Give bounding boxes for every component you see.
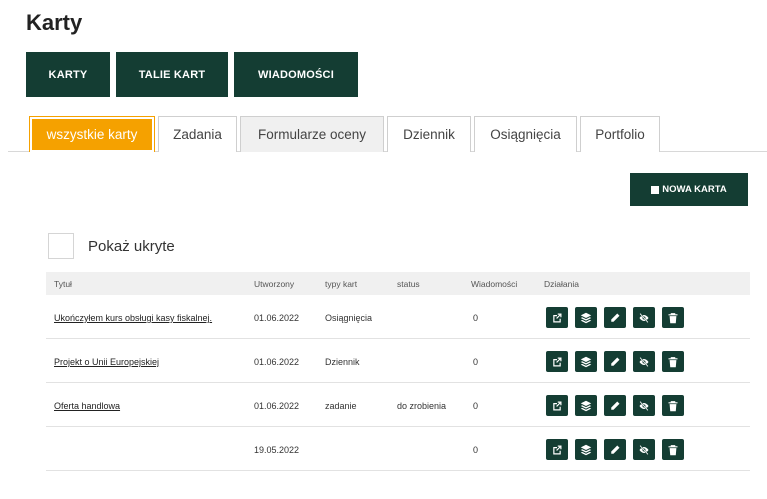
open-button[interactable] [546, 351, 568, 372]
row-created: 01.06.2022 [254, 313, 300, 323]
hide-button[interactable] [633, 351, 655, 372]
header-status: status [397, 279, 420, 289]
external-link-icon [553, 445, 562, 454]
hide-button[interactable] [633, 395, 655, 416]
row-actions [546, 439, 684, 460]
open-button[interactable] [546, 307, 568, 328]
deck-button[interactable] [575, 307, 597, 328]
table-header: Tytuł Utworzony typy kart status Wiadomo… [46, 272, 750, 295]
karty-button[interactable]: KARTY [26, 52, 110, 97]
new-card-label: NOWA KARTA [662, 184, 727, 195]
row-actions [546, 351, 684, 372]
row-actions [546, 395, 684, 416]
trash-icon [668, 312, 678, 323]
pencil-icon [611, 313, 620, 322]
external-link-icon [553, 357, 562, 366]
eye-slash-icon [639, 356, 649, 367]
delete-button[interactable] [662, 351, 684, 372]
eye-slash-icon [639, 312, 649, 323]
table-row: Ukończyłem kurs obsługi kasy fiskalnej. … [46, 295, 750, 339]
show-hidden-label: Pokaż ukryte [88, 237, 175, 255]
wiadomosci-button[interactable]: WIADOMOŚCI [234, 52, 358, 97]
edit-button[interactable] [604, 395, 626, 416]
hide-button[interactable] [633, 307, 655, 328]
trash-icon [668, 400, 678, 411]
row-actions [546, 307, 684, 328]
row-title[interactable]: Projekt o Unii Europejskiej [54, 357, 159, 367]
row-type: Dziennik [325, 357, 360, 367]
hide-button[interactable] [633, 439, 655, 460]
layers-icon [580, 312, 592, 323]
row-messages: 0 [473, 357, 479, 367]
edit-button[interactable] [604, 439, 626, 460]
header-created: Utworzony [254, 279, 295, 289]
pencil-icon [611, 401, 620, 410]
tab-portfolio[interactable]: Portfolio [580, 116, 660, 152]
external-link-icon [553, 313, 562, 322]
eye-slash-icon [639, 444, 649, 455]
deck-button[interactable] [575, 439, 597, 460]
square-icon [651, 185, 660, 194]
cards-table: Tytuł Utworzony typy kart status Wiadomo… [46, 272, 750, 471]
pencil-icon [611, 357, 620, 366]
delete-button[interactable] [662, 307, 684, 328]
header-type: typy kart [325, 279, 358, 289]
row-type: Osiągnięcia [325, 313, 373, 323]
eye-slash-icon [639, 400, 649, 411]
layers-icon [580, 400, 592, 411]
tab-dziennik[interactable]: Dziennik [387, 116, 471, 152]
pencil-icon [611, 445, 620, 454]
row-created: 19.05.2022 [254, 445, 300, 455]
page-title: Karty [26, 10, 83, 35]
table-row: 19.05.2022 0 [46, 427, 750, 471]
tab-wszystkie-karty[interactable]: wszystkie karty [29, 116, 155, 152]
tab-osiagniecia[interactable]: Osiągnięcia [474, 116, 577, 152]
header-messages: Wiadomości [471, 279, 518, 289]
row-messages: 0 [473, 313, 479, 323]
row-type: zadanie [325, 401, 357, 411]
row-created: 01.06.2022 [254, 357, 300, 367]
row-status: do zrobienia [397, 401, 447, 411]
row-messages: 0 [473, 445, 479, 455]
row-title[interactable]: Ukończyłem kurs obsługi kasy fiskalnej. [54, 313, 212, 323]
delete-button[interactable] [662, 395, 684, 416]
deck-button[interactable] [575, 351, 597, 372]
table-row: Oferta handlowa 01.06.2022 zadanie do zr… [46, 383, 750, 427]
edit-button[interactable] [604, 351, 626, 372]
external-link-icon [553, 401, 562, 410]
delete-button[interactable] [662, 439, 684, 460]
tab-bar: wszystkie karty Zadania Formularze oceny… [29, 116, 663, 152]
top-nav: KARTY TALIE KART WIADOMOŚCI [26, 52, 358, 97]
new-card-button[interactable]: NOWA KARTA [630, 173, 748, 206]
table-row: Projekt o Unii Europejskiej 01.06.2022 D… [46, 339, 750, 383]
open-button[interactable] [546, 395, 568, 416]
edit-button[interactable] [604, 307, 626, 328]
open-button[interactable] [546, 439, 568, 460]
row-created: 01.06.2022 [254, 401, 300, 411]
talie-kart-button[interactable]: TALIE KART [116, 52, 228, 97]
layers-icon [580, 356, 592, 367]
tab-formularze-oceny[interactable]: Formularze oceny [240, 116, 384, 152]
header-actions: Działania [544, 279, 579, 289]
trash-icon [668, 444, 678, 455]
row-messages: 0 [473, 401, 479, 411]
show-hidden-checkbox[interactable] [48, 233, 74, 259]
header-title: Tytuł [54, 279, 72, 289]
layers-icon [580, 444, 592, 455]
trash-icon [668, 356, 678, 367]
show-hidden-toggle: Pokaż ukryte [48, 233, 175, 259]
deck-button[interactable] [575, 395, 597, 416]
row-title[interactable]: Oferta handlowa [54, 401, 120, 411]
tab-zadania[interactable]: Zadania [158, 116, 237, 152]
